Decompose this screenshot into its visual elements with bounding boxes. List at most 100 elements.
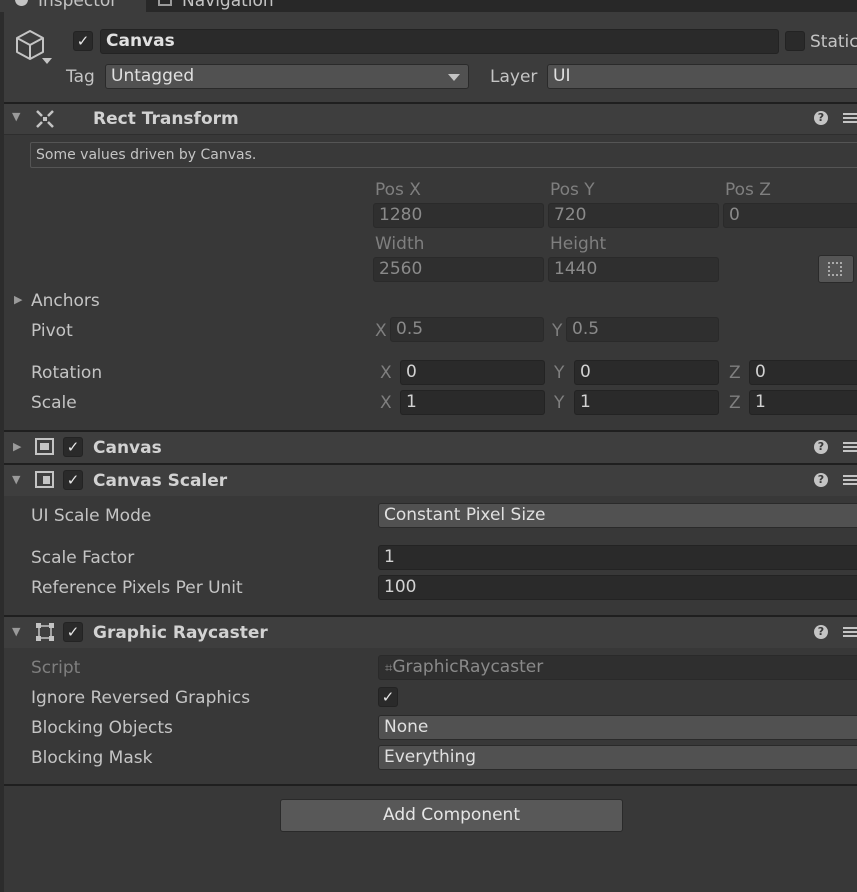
reference-ppu-label: Reference Pixels Per Unit bbox=[31, 578, 243, 598]
scale-x-field[interactable]: 1 bbox=[400, 390, 545, 415]
info-box: Some values driven by Canvas. bbox=[30, 142, 857, 168]
rotation-z-field[interactable]: 0 bbox=[749, 360, 857, 385]
check-icon: ✓ bbox=[381, 688, 395, 706]
scale-y-axis-label: Y bbox=[554, 393, 565, 413]
chevron-down-icon bbox=[448, 74, 460, 81]
gameobject-cube-icon bbox=[16, 30, 44, 60]
tag-dropdown[interactable]: Untagged bbox=[105, 64, 469, 89]
canvas-scaler-title: Canvas Scaler bbox=[93, 471, 228, 491]
pivot-x-field[interactable]: 0.5 bbox=[390, 317, 544, 342]
blocking-mask-label: Blocking Mask bbox=[31, 748, 153, 768]
help-icon[interactable]: ? bbox=[814, 625, 828, 639]
tag-label: Tag bbox=[66, 67, 95, 87]
check-icon: ✓ bbox=[66, 623, 80, 641]
pivot-label: Pivot bbox=[31, 321, 73, 341]
dotted-rect-icon bbox=[828, 262, 842, 276]
divider bbox=[0, 134, 857, 135]
rotation-label: Rotation bbox=[31, 363, 103, 383]
tab-inspector-label: Inspector bbox=[38, 0, 118, 11]
tab-inspector[interactable]: Inspector bbox=[0, 0, 146, 12]
foldout-expanded-icon[interactable]: ▼ bbox=[12, 473, 20, 486]
rotation-z-axis-label: Z bbox=[729, 363, 741, 383]
graphic-raycaster-enabled-checkbox[interactable]: ✓ bbox=[63, 622, 83, 642]
help-icon[interactable]: ? bbox=[814, 440, 828, 454]
scale-factor-field[interactable]: 1 bbox=[378, 545, 857, 570]
settings-icon[interactable] bbox=[843, 473, 857, 487]
canvas-scaler-icon bbox=[35, 471, 54, 488]
width-label: Width bbox=[375, 234, 425, 254]
canvas-enabled-checkbox[interactable]: ✓ bbox=[63, 437, 83, 457]
pivot-y-field[interactable]: 0.5 bbox=[566, 317, 719, 342]
pivot-x-axis-label: X bbox=[375, 321, 387, 341]
blocking-mask-dropdown[interactable]: Everything bbox=[378, 745, 857, 770]
check-icon: ✓ bbox=[66, 438, 80, 456]
help-icon[interactable]: ? bbox=[814, 111, 828, 125]
foldout-collapsed-icon[interactable]: ▶ bbox=[14, 293, 22, 306]
canvas-scaler-enabled-checkbox[interactable]: ✓ bbox=[63, 470, 83, 490]
pos-x-label: Pos X bbox=[375, 180, 421, 200]
canvas-icon bbox=[35, 438, 54, 455]
help-icon[interactable]: ? bbox=[814, 473, 828, 487]
pos-y-label: Pos Y bbox=[550, 180, 595, 200]
rect-transform-icon bbox=[36, 110, 54, 128]
width-field[interactable]: 2560 bbox=[373, 257, 544, 282]
script-label: Script bbox=[31, 658, 81, 678]
ui-scale-mode-dropdown[interactable]: Constant Pixel Size bbox=[378, 503, 857, 528]
canvas-title: Canvas bbox=[93, 438, 162, 458]
tab-navigation-label: Navigation bbox=[182, 0, 274, 11]
settings-icon[interactable] bbox=[843, 625, 857, 639]
pos-z-field[interactable]: 0 bbox=[723, 203, 857, 228]
pos-z-label: Pos Z bbox=[725, 180, 771, 200]
blocking-objects-label: Blocking Objects bbox=[31, 718, 173, 738]
ignore-reversed-checkbox[interactable]: ✓ bbox=[378, 687, 398, 707]
static-label: Static bbox=[810, 32, 857, 52]
layer-dropdown[interactable]: UI bbox=[547, 64, 857, 89]
settings-icon[interactable] bbox=[843, 111, 857, 125]
icon-dropdown-arrow[interactable] bbox=[42, 58, 52, 64]
divider bbox=[0, 784, 857, 786]
blocking-objects-dropdown[interactable]: None bbox=[378, 715, 857, 740]
height-label: Height bbox=[550, 234, 607, 254]
rotation-y-field[interactable]: 0 bbox=[574, 360, 719, 385]
add-component-button[interactable]: Add Component bbox=[280, 799, 623, 832]
static-checkbox[interactable] bbox=[785, 31, 805, 51]
script-field: ⌗GraphicRaycaster bbox=[378, 655, 857, 680]
scale-z-field[interactable]: 1 bbox=[749, 390, 857, 415]
scale-x-axis-label: X bbox=[380, 393, 392, 413]
graphic-raycaster-title: Graphic Raycaster bbox=[93, 623, 268, 643]
ignore-reversed-label: Ignore Reversed Graphics bbox=[31, 688, 251, 708]
check-icon: ✓ bbox=[76, 32, 90, 50]
settings-icon[interactable] bbox=[843, 440, 857, 454]
foldout-collapsed-icon[interactable]: ▶ bbox=[13, 440, 21, 453]
pivot-y-axis-label: Y bbox=[552, 321, 563, 341]
info-icon bbox=[15, 0, 28, 6]
blueprint-mode-button[interactable] bbox=[818, 255, 854, 283]
name-field[interactable]: Canvas bbox=[100, 29, 779, 54]
height-field[interactable]: 1440 bbox=[548, 257, 719, 282]
ui-scale-mode-label: UI Scale Mode bbox=[31, 506, 152, 526]
check-icon: ✓ bbox=[66, 471, 80, 489]
graphic-raycaster-icon bbox=[36, 623, 54, 641]
layer-label: Layer bbox=[490, 67, 538, 87]
foldout-expanded-icon[interactable]: ▼ bbox=[12, 110, 20, 123]
panel-left-border bbox=[0, 12, 4, 892]
pos-y-field[interactable]: 720 bbox=[548, 203, 719, 228]
navigation-icon bbox=[158, 0, 172, 6]
rotation-x-field[interactable]: 0 bbox=[400, 360, 545, 385]
rect-transform-title: Rect Transform bbox=[93, 109, 239, 129]
info-box-text: Some values driven by Canvas. bbox=[36, 147, 257, 163]
anchors-label[interactable]: Anchors bbox=[31, 291, 100, 311]
reference-ppu-field[interactable]: 100 bbox=[378, 575, 857, 600]
foldout-expanded-icon[interactable]: ▼ bbox=[12, 625, 20, 638]
scale-factor-label: Scale Factor bbox=[31, 548, 135, 568]
scale-y-field[interactable]: 1 bbox=[574, 390, 719, 415]
scale-label: Scale bbox=[31, 393, 77, 413]
layer-value: UI bbox=[553, 66, 571, 86]
pos-x-field[interactable]: 1280 bbox=[373, 203, 544, 228]
tab-navigation[interactable]: Navigation bbox=[150, 0, 300, 12]
active-checkbox[interactable]: ✓ bbox=[73, 31, 93, 51]
scale-z-axis-label: Z bbox=[729, 393, 741, 413]
tag-value: Untagged bbox=[111, 66, 195, 86]
rotation-y-axis-label: Y bbox=[554, 363, 565, 383]
script-value: GraphicRaycaster bbox=[392, 657, 544, 677]
